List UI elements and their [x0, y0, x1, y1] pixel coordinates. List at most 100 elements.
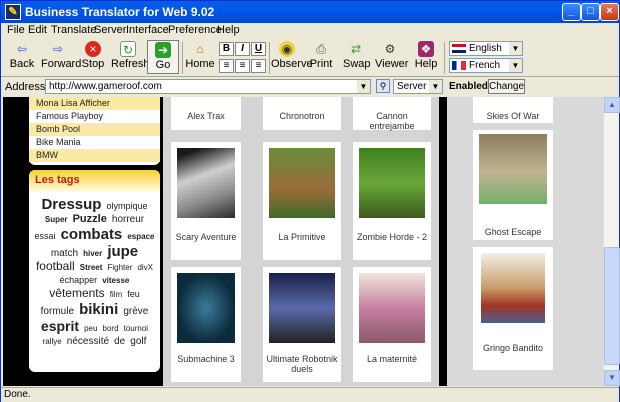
- tag-link[interactable]: jupe: [107, 243, 138, 260]
- tag-link[interactable]: nécessité: [67, 336, 109, 347]
- help-button[interactable]: ❖ Help: [413, 40, 439, 74]
- tag-link[interactable]: grève: [123, 306, 148, 317]
- tag-link[interactable]: match: [51, 248, 78, 259]
- game-tile[interactable]: Ultimate Robotnik duels: [263, 267, 341, 382]
- tag-link[interactable]: peu: [84, 324, 97, 333]
- tag-link[interactable]: Puzzle: [73, 213, 107, 225]
- tag-link[interactable]: vitesse: [102, 276, 129, 285]
- game-tile[interactable]: Ghost Escape: [473, 130, 553, 240]
- game-tile[interactable]: Cannon entrejambe: [353, 97, 431, 131]
- tag-link[interactable]: golf: [130, 336, 146, 347]
- vertical-scrollbar[interactable]: ▲ ▼: [603, 97, 620, 386]
- game-tile[interactable]: La maternité: [353, 267, 431, 382]
- forward-button[interactable]: ⇨ Forward: [41, 40, 81, 74]
- game-title: Zombie Horde - 2: [356, 232, 428, 242]
- maximize-button[interactable]: □: [581, 3, 600, 21]
- target-language-value: French: [469, 60, 501, 71]
- menu-bar: File Edit Translate Server Interface Pre…: [1, 23, 619, 39]
- align-left-icon[interactable]: ≡: [219, 59, 234, 73]
- tag-link[interactable]: esprit: [41, 318, 79, 334]
- address-input[interactable]: http://www.gameroof.com ▼: [45, 79, 371, 94]
- link-item[interactable]: Famous Playboy: [29, 110, 160, 123]
- italic-button[interactable]: I: [235, 42, 250, 56]
- close-button[interactable]: ×: [600, 3, 619, 21]
- tags-box: Les tags Dressup olympique Super Puzzle …: [29, 170, 160, 372]
- go-label: Go: [155, 59, 171, 71]
- tag-link[interactable]: essai: [35, 231, 56, 241]
- tag-link[interactable]: divX: [137, 263, 153, 272]
- change-button[interactable]: Change: [488, 79, 525, 94]
- game-tile[interactable]: Scary Aventure: [171, 142, 241, 260]
- back-label: Back: [9, 58, 35, 70]
- menu-preference[interactable]: Preference: [168, 24, 222, 36]
- tag-link[interactable]: olympique: [107, 201, 148, 211]
- link-item[interactable]: BMW: [29, 149, 160, 162]
- game-tile[interactable]: Zombie Horde - 2: [353, 142, 431, 260]
- menu-file[interactable]: File: [7, 24, 25, 36]
- tag-link[interactable]: espace: [127, 232, 154, 241]
- game-tile[interactable]: La Primitive: [263, 142, 341, 260]
- link-item[interactable]: Bike Mania: [29, 136, 160, 149]
- back-button[interactable]: ⇦ Back: [6, 40, 38, 74]
- game-tile[interactable]: Submachine 3: [171, 267, 241, 382]
- game-tile[interactable]: Skies Of War: [473, 97, 553, 123]
- tag-link[interactable]: Dressup: [41, 196, 101, 213]
- server-select[interactable]: Server 5 ▼: [393, 79, 443, 94]
- chevron-down-icon: ▼: [509, 59, 522, 72]
- bold-button[interactable]: B: [219, 42, 234, 56]
- forward-arrow-icon: ⇨: [52, 42, 64, 56]
- go-button[interactable]: ➔ Go: [147, 40, 179, 74]
- tag-link[interactable]: bikini: [79, 301, 118, 318]
- tag-link[interactable]: Super: [45, 215, 68, 224]
- link-item[interactable]: Mona Lisa Afficher: [29, 97, 160, 110]
- menu-edit[interactable]: Edit: [28, 24, 47, 36]
- tag-link[interactable]: horreur: [112, 214, 144, 225]
- game-tile[interactable]: Alex Trax: [171, 97, 241, 130]
- game-tile[interactable]: Gringo Bandito: [473, 247, 553, 370]
- swap-button[interactable]: ⇄ Swap: [343, 40, 371, 74]
- menu-server[interactable]: Server: [94, 24, 126, 36]
- home-button[interactable]: ⌂ Home: [185, 40, 215, 74]
- link-item[interactable]: Bomb Pool: [29, 123, 160, 136]
- align-right-icon[interactable]: ≡: [251, 59, 266, 73]
- menu-interface[interactable]: Interface: [126, 24, 169, 36]
- tag-link[interactable]: formule: [41, 306, 74, 317]
- game-title: Chronotron: [279, 111, 325, 121]
- tag-link[interactable]: tournoi: [124, 324, 148, 333]
- tag-link[interactable]: Street: [80, 263, 103, 272]
- tag-link[interactable]: combats: [61, 226, 123, 243]
- menu-translate[interactable]: Translate: [51, 24, 96, 36]
- tag-link[interactable]: football: [36, 259, 75, 273]
- swap-label: Swap: [343, 58, 371, 70]
- tag-link[interactable]: film: [110, 290, 122, 299]
- game-tile[interactable]: Chronotron: [263, 97, 341, 130]
- observe-button[interactable]: ◉ Observe: [271, 40, 313, 74]
- minimize-button[interactable]: _: [562, 3, 581, 21]
- translate-page-icon[interactable]: ⚲: [376, 79, 390, 93]
- chevron-down-icon[interactable]: ▼: [357, 80, 370, 93]
- menu-help[interactable]: Help: [217, 24, 240, 36]
- toolbar-separator: [182, 42, 183, 74]
- tag-link[interactable]: échapper: [60, 275, 98, 285]
- scroll-thumb[interactable]: [604, 247, 620, 365]
- tag-link[interactable]: vêtements: [49, 286, 104, 300]
- refresh-button[interactable]: ↻ Refresh: [111, 40, 150, 74]
- source-language-select[interactable]: English ▼: [449, 41, 523, 56]
- tag-link[interactable]: hiver: [83, 249, 102, 258]
- target-language-select[interactable]: French ▼: [449, 58, 523, 73]
- align-center-icon[interactable]: ≡: [235, 59, 250, 73]
- help-label: Help: [414, 58, 438, 70]
- stop-button[interactable]: × Stop: [78, 40, 108, 74]
- scroll-down-icon[interactable]: ▼: [604, 370, 620, 386]
- tag-link[interactable]: feu: [127, 289, 140, 299]
- print-button[interactable]: ⎙ Print: [308, 40, 334, 74]
- scroll-up-icon[interactable]: ▲: [604, 97, 620, 113]
- status-bar: Done.: [1, 387, 619, 402]
- underline-button[interactable]: U: [251, 42, 266, 56]
- tag-link[interactable]: rallye: [43, 337, 62, 346]
- tag-link[interactable]: Fighter: [107, 263, 132, 272]
- tag-link[interactable]: de: [114, 336, 125, 347]
- toolbar: ⇦ Back ⇨ Forward × Stop ↻ Refresh ➔ Go ⌂…: [1, 39, 619, 77]
- tag-link[interactable]: bord: [103, 324, 119, 333]
- viewer-button[interactable]: ⚙ Viewer: [375, 40, 408, 74]
